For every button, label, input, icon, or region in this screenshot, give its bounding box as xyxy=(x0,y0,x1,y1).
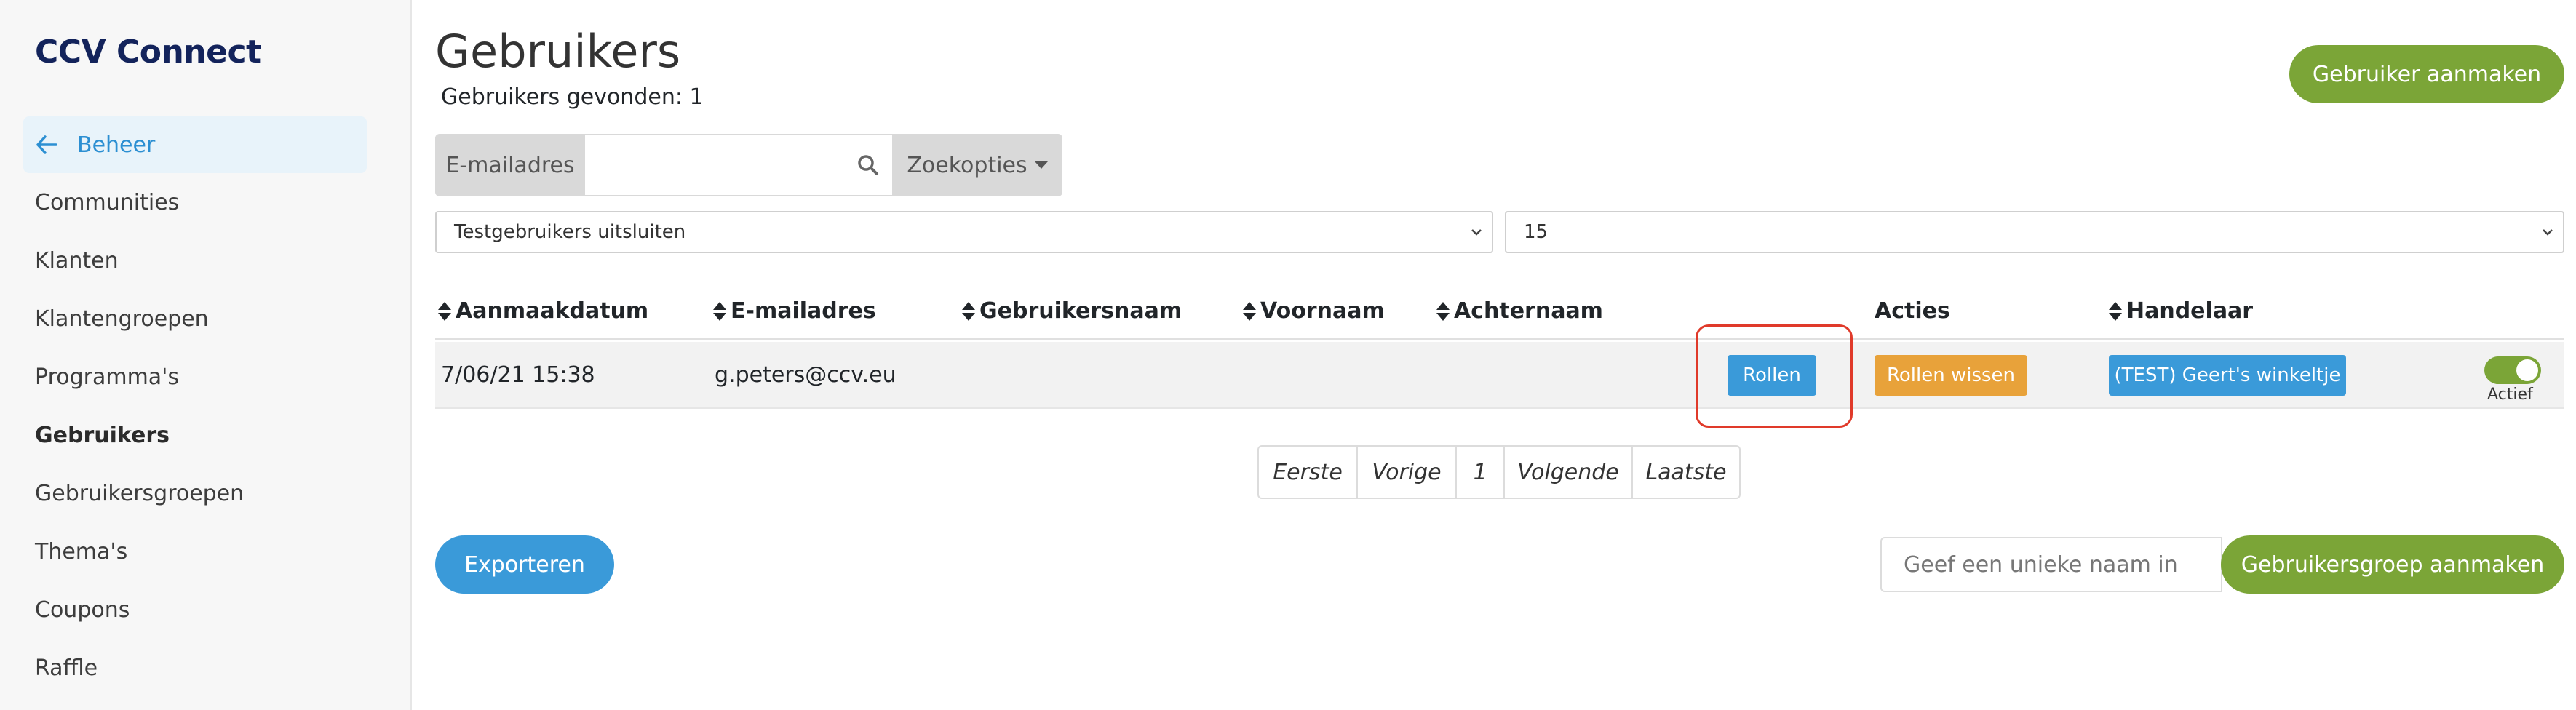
column-header-firstname[interactable]: Voornaam xyxy=(1243,298,1385,324)
cell-created: 7/06/21 15:38 xyxy=(441,362,595,388)
active-toggle-label: Actief xyxy=(2487,386,2533,404)
sidebar-item-gebruikers[interactable]: Gebruikers xyxy=(35,406,244,464)
column-header-username[interactable]: Gebruikersnaam xyxy=(962,298,1182,324)
pagination-current-page[interactable]: 1 xyxy=(1455,447,1503,498)
group-name-input[interactable] xyxy=(1880,537,2222,592)
sidebar-nav: Communities Klanten Klantengroepen Progr… xyxy=(35,173,244,697)
sidebar-item-themas[interactable]: Thema's xyxy=(35,522,244,581)
cell-email: g.peters@ccv.eu xyxy=(715,362,897,388)
toggle-knob xyxy=(2516,359,2538,381)
chevron-down-icon xyxy=(1471,229,1482,236)
sort-icon xyxy=(2109,301,2122,322)
search-icon[interactable] xyxy=(844,134,892,196)
page-title: Gebruikers xyxy=(435,25,681,78)
sidebar-item-klanten[interactable]: Klanten xyxy=(35,231,244,290)
arrow-left-icon xyxy=(33,132,60,158)
column-header-email[interactable]: E-mailadres xyxy=(713,298,876,324)
create-user-group-button[interactable]: Gebruikersgroep aanmaken xyxy=(2221,535,2564,594)
column-header-lastname[interactable]: Achternaam xyxy=(1436,298,1603,324)
app-brand[interactable]: CCV Connect xyxy=(35,33,261,71)
pagination-last[interactable]: Laatste xyxy=(1631,447,1739,498)
column-header-actions: Acties xyxy=(1875,298,1950,324)
sidebar-item-coupons[interactable]: Coupons xyxy=(35,581,244,639)
sidebar-item-raffle[interactable]: Raffle xyxy=(35,639,244,697)
pagination-first[interactable]: Eerste xyxy=(1259,447,1356,498)
email-search-input[interactable] xyxy=(585,134,844,196)
page-size-value: 15 xyxy=(1524,221,1549,243)
pagination-previous[interactable]: Vorige xyxy=(1356,447,1455,498)
create-user-button[interactable]: Gebruiker aanmaken xyxy=(2289,45,2564,103)
roles-highlight-outline xyxy=(1696,324,1853,428)
users-found-count: Gebruikers gevonden: 1 xyxy=(441,84,704,110)
sidebar: CCV Connect Beheer Communities Klanten K… xyxy=(0,0,412,710)
search-options-dropdown[interactable]: Zoekopties xyxy=(892,134,1062,196)
sidebar-item-communities[interactable]: Communities xyxy=(35,173,244,231)
sidebar-item-gebruikersgroepen[interactable]: Gebruikersgroepen xyxy=(35,464,244,522)
sort-icon xyxy=(1243,301,1256,322)
test-users-filter-select[interactable]: Testgebruikers uitsluiten xyxy=(435,211,1493,253)
sidebar-back-beheer[interactable]: Beheer xyxy=(23,116,367,173)
users-table-header: Aanmaakdatum E-mailadres Gebruikersnaam … xyxy=(435,288,2564,340)
sort-icon xyxy=(438,301,451,322)
caret-down-icon xyxy=(1034,161,1048,169)
table-row: 7/06/21 15:38 g.peters@ccv.eu Rollen Rol… xyxy=(435,342,2564,409)
sidebar-item-programmas[interactable]: Programma's xyxy=(35,348,244,406)
sort-icon xyxy=(962,301,975,322)
pagination: Eerste Vorige 1 Volgende Laatste xyxy=(1257,445,1741,499)
export-button[interactable]: Exporteren xyxy=(435,535,614,594)
sort-icon xyxy=(713,301,726,322)
sidebar-back-label: Beheer xyxy=(77,132,156,158)
chevron-down-icon xyxy=(2543,229,2553,236)
search-options-label: Zoekopties xyxy=(907,152,1027,178)
test-users-filter-value: Testgebruikers uitsluiten xyxy=(454,221,686,243)
active-toggle[interactable] xyxy=(2484,356,2541,384)
search-group: E-mailadres Zoekopties xyxy=(435,134,1062,196)
column-header-merchant[interactable]: Handelaar xyxy=(2109,298,2253,324)
page-size-select[interactable]: 15 xyxy=(1505,211,2564,253)
search-field-label: E-mailadres xyxy=(435,134,585,196)
clear-roles-button[interactable]: Rollen wissen xyxy=(1875,355,2027,396)
sidebar-item-klantengroepen[interactable]: Klantengroepen xyxy=(35,290,244,348)
column-header-created[interactable]: Aanmaakdatum xyxy=(438,298,648,324)
sort-icon xyxy=(1436,301,1450,322)
merchant-link-button[interactable]: (TEST) Geert's winkeltje xyxy=(2109,355,2346,396)
pagination-next[interactable]: Volgende xyxy=(1503,447,1631,498)
